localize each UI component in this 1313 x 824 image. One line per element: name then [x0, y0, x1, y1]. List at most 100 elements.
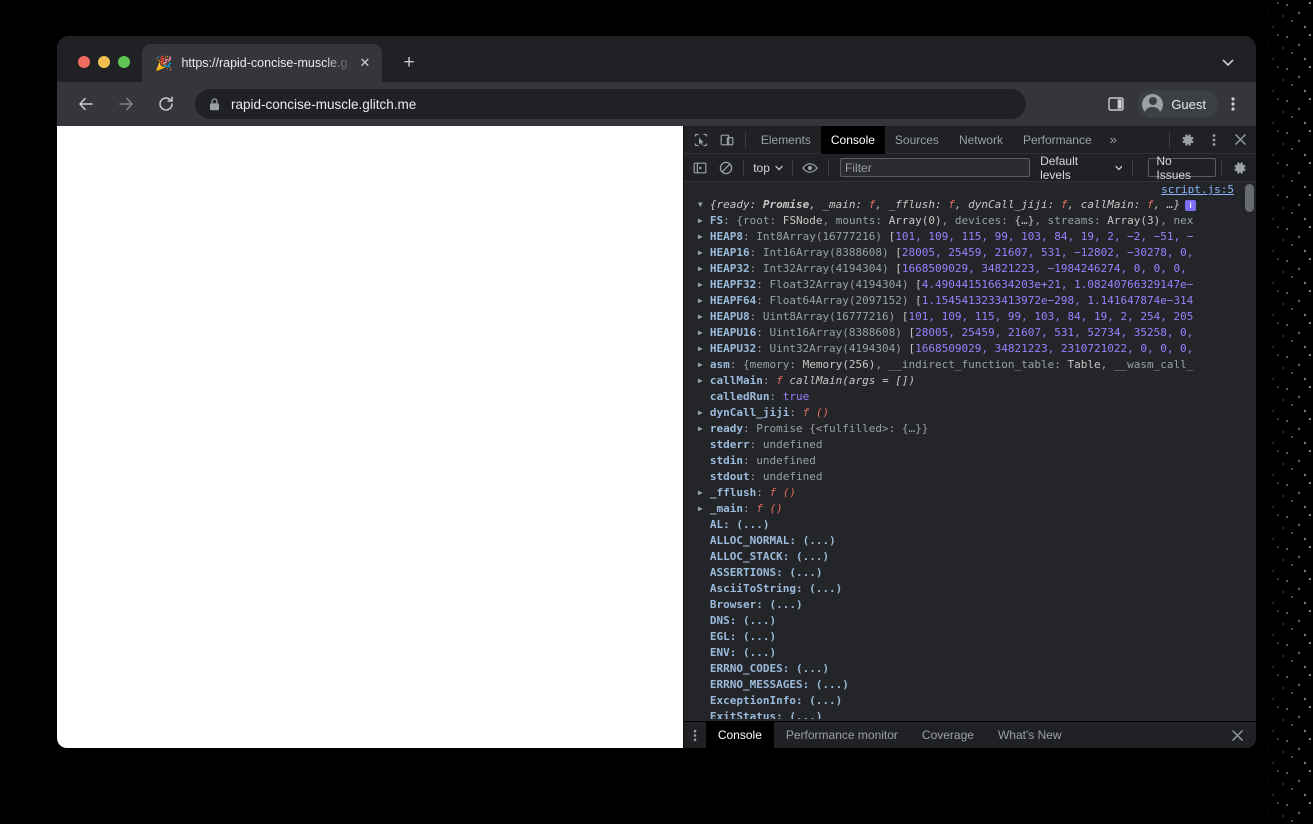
- console-log-line[interactable]: ▶ExceptionInfo: (...): [684, 693, 1256, 709]
- tab-search-chevron-down-icon[interactable]: [1218, 52, 1238, 72]
- console-settings-gear-icon[interactable]: [1227, 156, 1253, 180]
- window-close-button[interactable]: [78, 56, 90, 68]
- disclosure-triangle-right-icon[interactable]: ▶: [698, 229, 710, 245]
- console-log-line[interactable]: ▶ALLOC_STACK: (...): [684, 549, 1256, 565]
- devtools-tab-network[interactable]: Network: [949, 126, 1013, 154]
- disclosure-triangle-right-icon[interactable]: ▶: [698, 485, 710, 501]
- drawer-tab-whats-new[interactable]: What's New: [986, 722, 1074, 749]
- disclosure-triangle-right-icon[interactable]: ▶: [698, 213, 710, 229]
- console-log-line[interactable]: ▶ HEAP16: Int16Array(8388608) [28005, 254…: [684, 245, 1256, 261]
- new-tab-button[interactable]: +: [397, 52, 421, 76]
- console-log-line[interactable]: ▶ FS: {root: FSNode, mounts: Array(0), de…: [684, 213, 1256, 229]
- devtools-tab-elements[interactable]: Elements: [751, 126, 821, 154]
- console-log-line[interactable]: ▶ERRNO_CODES: (...): [684, 661, 1256, 677]
- devtools-close-icon[interactable]: [1227, 128, 1253, 152]
- disclosure-triangle-right-icon[interactable]: ▶: [698, 341, 710, 357]
- console-scrollbar-thumb[interactable]: [1245, 184, 1254, 212]
- disclosure-triangle-right-icon[interactable]: ▶: [698, 501, 710, 517]
- console-token: callMain(args = []): [782, 374, 916, 387]
- console-log-line[interactable]: ▶ callMain: f callMain(args = []): [684, 373, 1256, 389]
- console-log-line[interactable]: ▶stdin: undefined: [684, 453, 1256, 469]
- console-log-line[interactable]: ▶ HEAPF32: Float32Array(4194304) [4.49044…: [684, 277, 1256, 293]
- window-maximize-button[interactable]: [118, 56, 130, 68]
- console-log-line[interactable]: ▶ _main: f (): [684, 501, 1256, 517]
- console-log-line[interactable]: ▶ALLOC_NORMAL: (...): [684, 533, 1256, 549]
- more-tabs-icon[interactable]: »: [1102, 132, 1125, 147]
- console-log-line[interactable]: ▼ {ready: Promise, _main: f, _fflush: f, …: [684, 197, 1256, 213]
- devtools-tab-sources[interactable]: Sources: [885, 126, 949, 154]
- drawer-tab-performance-monitor[interactable]: Performance monitor: [774, 722, 910, 749]
- console-log-line[interactable]: ▶stderr: undefined: [684, 437, 1256, 453]
- console-log-line[interactable]: ▶ ready: Promise {<fulfilled>: {…}}: [684, 421, 1256, 437]
- console-token: {…}: [1014, 214, 1035, 227]
- console-log-line[interactable]: ▶ENV: (...): [684, 645, 1256, 661]
- console-log-line[interactable]: ▶ HEAP32: Int32Array(4194304) [1668509029…: [684, 261, 1256, 277]
- object-info-badge-icon[interactable]: i: [1185, 199, 1197, 211]
- console-log-line[interactable]: ▶DNS: (...): [684, 613, 1256, 629]
- console-scrollbar[interactable]: [1243, 182, 1256, 721]
- disclosure-triangle-right-icon[interactable]: ▶: [698, 325, 710, 341]
- disclosure-triangle-right-icon[interactable]: ▶: [698, 421, 710, 437]
- console-log-line[interactable]: ▶ERRNO_MESSAGES: (...): [684, 677, 1256, 693]
- disclosure-triangle-right-icon[interactable]: ▶: [698, 261, 710, 277]
- browser-menu-icon[interactable]: [1220, 90, 1246, 118]
- devtools-settings-gear-icon[interactable]: [1175, 128, 1201, 152]
- disclosure-triangle-right-icon[interactable]: ▶: [698, 405, 710, 421]
- devtools-tab-console[interactable]: Console: [820, 125, 885, 154]
- console-log-line[interactable]: ▶ HEAPF64: Float64Array(2097152) [1.15454…: [684, 293, 1256, 309]
- console-log-line[interactable]: ▶ HEAPU8: Uint8Array(16777216) [101, 109,…: [684, 309, 1256, 325]
- console-token: 101, 109, 115, 99, 103, 84, 19, 2, −2, −…: [895, 230, 1194, 243]
- side-panel-icon[interactable]: [1102, 90, 1130, 118]
- disclosure-triangle-right-icon[interactable]: ▶: [698, 357, 710, 373]
- console-log-line[interactable]: ▶AsciiToString: (...): [684, 581, 1256, 597]
- log-levels-select[interactable]: Default levels: [1040, 154, 1123, 182]
- execution-context-select[interactable]: top: [749, 161, 787, 175]
- console-source-link[interactable]: script.js:5: [1161, 183, 1234, 196]
- drawer-tab-console[interactable]: Console: [705, 721, 774, 748]
- issues-button[interactable]: No Issues: [1148, 154, 1217, 182]
- drawer-more-options-icon[interactable]: [684, 729, 706, 742]
- drawer-tab-coverage[interactable]: Coverage: [910, 722, 986, 749]
- console-log-line[interactable]: ▶EGL: (...): [684, 629, 1256, 645]
- forward-button[interactable]: [111, 89, 141, 119]
- page-viewport[interactable]: [57, 126, 683, 748]
- console-log-line[interactable]: ▶Browser: (...): [684, 597, 1256, 613]
- disclosure-triangle-right-icon[interactable]: ▶: [698, 373, 710, 389]
- device-toolbar-icon[interactable]: [714, 128, 740, 152]
- disclosure-triangle-right-icon[interactable]: ▶: [698, 293, 710, 309]
- disclosure-triangle-right-icon[interactable]: ▶: [698, 277, 710, 293]
- devtools-more-options-icon[interactable]: [1201, 128, 1227, 152]
- console-token: ERRNO_MESSAGES: [709, 678, 803, 691]
- devtools-tab-performance[interactable]: Performance: [1013, 126, 1102, 154]
- inspect-element-icon[interactable]: [688, 128, 714, 152]
- tab-close-icon[interactable]: ✕: [356, 54, 374, 72]
- profile-chip[interactable]: Guest: [1138, 90, 1218, 118]
- browser-tab[interactable]: 🎉 https://rapid-concise-muscle.g ✕: [142, 44, 382, 82]
- window-minimize-button[interactable]: [98, 56, 110, 68]
- console-log-line[interactable]: ▶ dynCall_jiji: f (): [684, 405, 1256, 421]
- console-token: HEAPF32: [709, 278, 757, 291]
- clear-console-icon[interactable]: [713, 156, 738, 180]
- console-log-line[interactable]: ▶ asm: {memory: Memory(256), __indirect_f…: [684, 357, 1256, 373]
- console-log-line[interactable]: ▶ HEAPU16: Uint16Array(8388608) [28005, 2…: [684, 325, 1256, 341]
- console-log-line[interactable]: ▶calledRun: true: [684, 389, 1256, 405]
- console-log-line[interactable]: ▶ HEAPU32: Uint32Array(4194304) [16685090…: [684, 341, 1256, 357]
- console-log-line[interactable]: ▶stdout: undefined: [684, 469, 1256, 485]
- reload-button[interactable]: [151, 89, 181, 119]
- address-bar[interactable]: rapid-concise-muscle.glitch.me: [195, 89, 1026, 119]
- back-button[interactable]: [71, 89, 101, 119]
- disclosure-triangle-down-icon[interactable]: ▼: [698, 197, 710, 213]
- console-log-line[interactable]: ▶AL: (...): [684, 517, 1256, 533]
- console-output[interactable]: script.js:5 ▼ {ready: Promise, _main: f, …: [683, 182, 1256, 721]
- console-log-line[interactable]: ▶ _fflush: f (): [684, 485, 1256, 501]
- live-expression-eye-icon[interactable]: [798, 156, 823, 180]
- disclosure-spacer: ▶: [698, 629, 710, 645]
- disclosure-triangle-right-icon[interactable]: ▶: [698, 309, 710, 325]
- console-token: : (...): [789, 534, 836, 547]
- drawer-close-icon[interactable]: [1224, 723, 1250, 747]
- disclosure-triangle-right-icon[interactable]: ▶: [698, 245, 710, 261]
- console-log-line[interactable]: ▶ HEAP8: Int8Array(16777216) [101, 109, 1…: [684, 229, 1256, 245]
- console-log-line[interactable]: ▶ASSERTIONS: (...): [684, 565, 1256, 581]
- console-sidebar-toggle-icon[interactable]: [688, 156, 713, 180]
- console-filter-input[interactable]: Filter: [840, 158, 1031, 177]
